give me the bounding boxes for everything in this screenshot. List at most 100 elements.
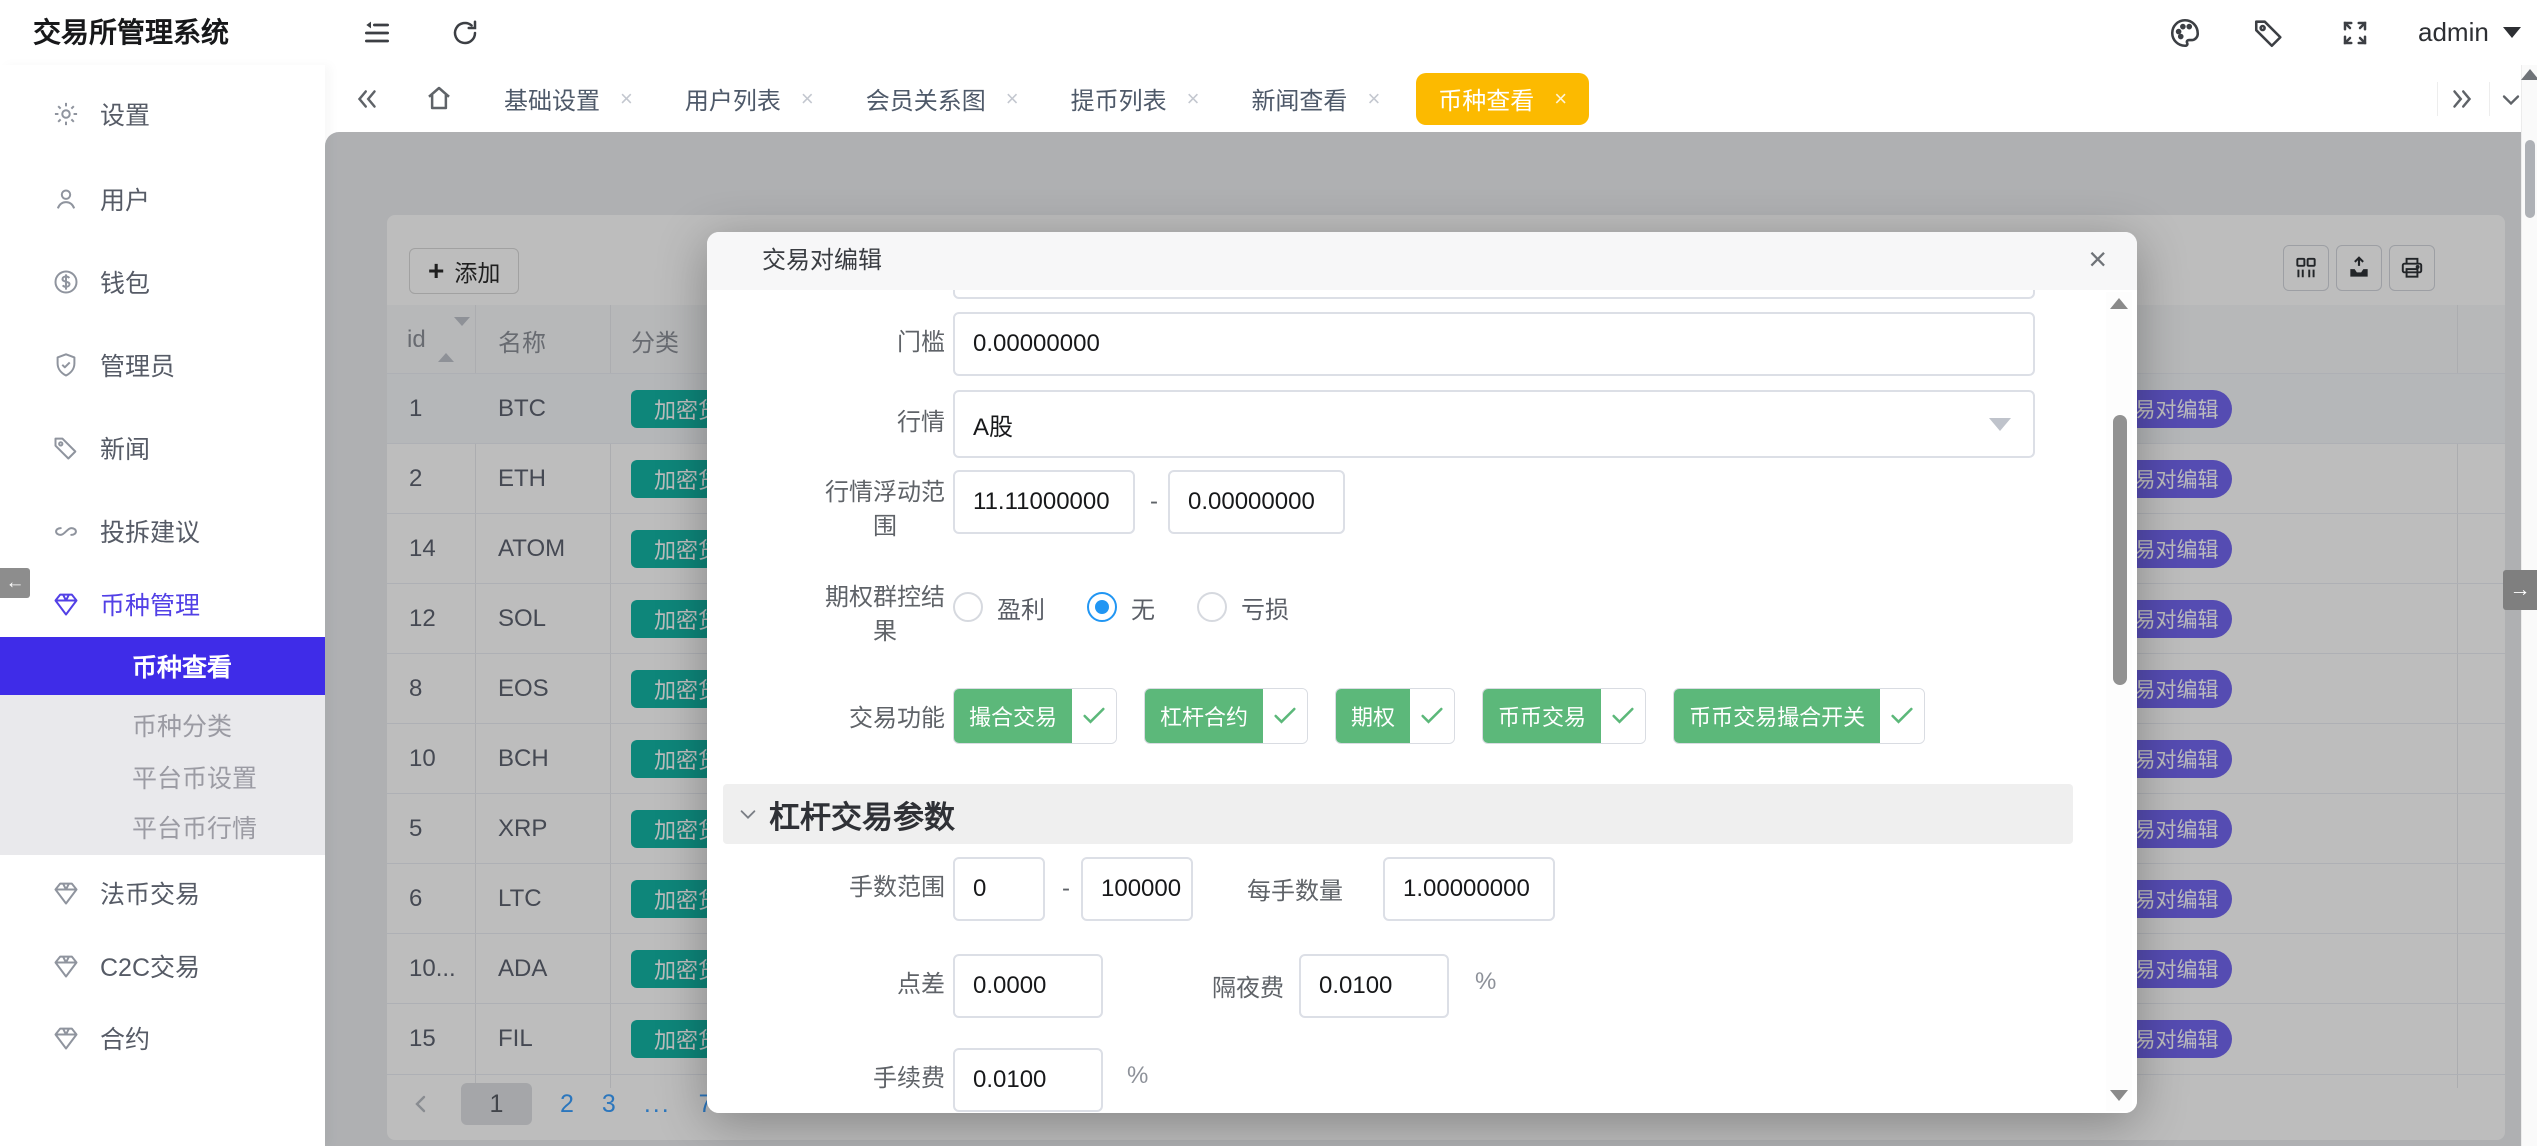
close-icon[interactable]: × bbox=[801, 86, 814, 112]
sidebar-item-wallet[interactable]: 钱包 bbox=[0, 260, 325, 304]
lots-range-label: 手数范围 bbox=[825, 871, 945, 905]
user-menu[interactable]: admin bbox=[2418, 0, 2521, 65]
fee-label: 手续费 bbox=[825, 1062, 945, 1096]
diamond-icon bbox=[52, 879, 80, 907]
user-name: admin bbox=[2418, 17, 2489, 48]
check-icon bbox=[1263, 689, 1307, 743]
top-header: 交易所管理系统 admin bbox=[0, 0, 2537, 65]
sidebar-item-contract[interactable]: 合约 bbox=[0, 1016, 325, 1060]
spread-label: 点差 bbox=[825, 968, 945, 1002]
fullscreen-icon[interactable] bbox=[2340, 18, 2370, 48]
wallet-icon bbox=[52, 268, 80, 296]
palette-icon[interactable] bbox=[2168, 16, 2202, 50]
sidebar-item-users[interactable]: 用户 bbox=[0, 177, 325, 221]
app-title: 交易所管理系统 bbox=[33, 0, 229, 65]
diamond-icon bbox=[52, 952, 80, 980]
check-icon bbox=[1880, 689, 1924, 743]
tag-icon bbox=[52, 434, 80, 462]
radio-profit[interactable] bbox=[953, 592, 983, 622]
close-icon[interactable]: × bbox=[2088, 241, 2107, 278]
home-icon[interactable] bbox=[424, 83, 454, 113]
feature-toggle-leverage[interactable]: 杠杆合约 bbox=[1144, 688, 1308, 744]
diamond-icon bbox=[52, 590, 80, 618]
check-icon bbox=[1601, 689, 1645, 743]
trade-features-buttons: 撮合交易 杠杆合约 期权 币币交易 币币交易撮合开关 bbox=[953, 688, 1925, 744]
panel-expand-handle[interactable]: → bbox=[2503, 570, 2537, 610]
modal-scrollbar-thumb[interactable] bbox=[2113, 415, 2127, 685]
sidebar-subitem-platform-coin-market[interactable]: 平台币行情 bbox=[0, 809, 325, 845]
feature-toggle-spot[interactable]: 币币交易 bbox=[1482, 688, 1646, 744]
tab-list: 基础设置 × 用户列表 × 会员关系图 × 提币列表 × 新闻查看 × 币种查看… bbox=[478, 65, 1599, 132]
refresh-icon[interactable] bbox=[450, 17, 480, 49]
radio-loss[interactable] bbox=[1197, 592, 1227, 622]
diamond-icon bbox=[52, 1024, 80, 1052]
pair-edit-modal: 交易对编辑 × 门槛 0.00000000 行情 A股 行情浮动范围 11.11… bbox=[707, 232, 2137, 1113]
close-icon[interactable]: × bbox=[1554, 86, 1567, 112]
scroll-up-icon[interactable] bbox=[2110, 298, 2128, 309]
screen: 交易所管理系统 admin 基础设置 × bbox=[0, 0, 2537, 1146]
tag-icon[interactable] bbox=[2252, 16, 2286, 50]
threshold-input[interactable]: 0.00000000 bbox=[953, 312, 2035, 376]
link-icon bbox=[52, 517, 80, 545]
per-lot-input[interactable]: 1.00000000 bbox=[1383, 857, 1555, 921]
close-icon[interactable]: × bbox=[1006, 86, 1019, 112]
gear-icon bbox=[52, 100, 80, 128]
leverage-params-section-header[interactable]: 杠杆交易参数 bbox=[723, 784, 2073, 844]
market-label: 行情 bbox=[825, 406, 945, 440]
feature-toggle-spot-matching-switch[interactable]: 币币交易撮合开关 bbox=[1673, 688, 1925, 744]
close-icon[interactable]: × bbox=[620, 86, 633, 112]
float-range-from-input[interactable]: 11.11000000 bbox=[953, 470, 1135, 534]
range-separator: - bbox=[1150, 488, 1158, 516]
modal-title: 交易对编辑 bbox=[762, 232, 882, 290]
trade-features-label: 交易功能 bbox=[825, 702, 945, 736]
feature-toggle-matching[interactable]: 撮合交易 bbox=[953, 688, 1117, 744]
check-icon bbox=[1410, 689, 1454, 743]
sidebar-subitem-coin-view-active[interactable]: 币种查看 bbox=[0, 637, 325, 695]
scroll-up-icon[interactable] bbox=[2521, 69, 2537, 80]
sidebar-item-coin-management[interactable]: 币种管理 bbox=[0, 582, 325, 626]
tabs-scroll-left-icon[interactable] bbox=[352, 84, 382, 114]
close-icon[interactable]: × bbox=[1187, 86, 1200, 112]
spread-input[interactable]: 0.0000 bbox=[953, 954, 1103, 1018]
sidebar-item-fiat-trade[interactable]: 法币交易 bbox=[0, 871, 325, 915]
sidebar-item-c2c-trade[interactable]: C2C交易 bbox=[0, 944, 325, 988]
arrow-right-icon: → bbox=[2510, 578, 2531, 602]
shield-icon bbox=[52, 351, 80, 379]
sidebar-collapse-handle[interactable]: ← bbox=[0, 568, 30, 598]
lots-range-to-input[interactable]: 100000 bbox=[1081, 857, 1193, 921]
tab-withdraw-list[interactable]: 提币列表 × bbox=[1045, 65, 1226, 132]
option-control-label: 期权群控结果 bbox=[825, 581, 945, 649]
sidebar-subitem-platform-coin-settings[interactable]: 平台币设置 bbox=[0, 759, 325, 795]
tab-user-list[interactable]: 用户列表 × bbox=[659, 65, 840, 132]
clipped-input[interactable] bbox=[953, 290, 2035, 299]
divider bbox=[2437, 82, 2438, 116]
market-select[interactable]: A股 bbox=[953, 390, 2035, 458]
scroll-down-icon[interactable] bbox=[2110, 1090, 2128, 1101]
sidebar-item-news[interactable]: 新闻 bbox=[0, 426, 325, 470]
radio-none-selected[interactable] bbox=[1087, 592, 1117, 622]
sidebar-collapse-icon[interactable] bbox=[360, 17, 394, 49]
float-range-label: 行情浮动范围 bbox=[825, 476, 945, 544]
close-icon[interactable]: × bbox=[1367, 86, 1380, 112]
tab-basic-settings[interactable]: 基础设置 × bbox=[478, 65, 659, 132]
tab-member-graph[interactable]: 会员关系图 × bbox=[840, 65, 1045, 132]
sidebar-item-admins[interactable]: 管理员 bbox=[0, 343, 325, 387]
lots-range-from-input[interactable]: 0 bbox=[953, 857, 1045, 921]
check-icon bbox=[1072, 689, 1116, 743]
tab-coin-view-active[interactable]: 币种查看 × bbox=[1416, 73, 1589, 125]
tab-news-view[interactable]: 新闻查看 × bbox=[1225, 65, 1406, 132]
sidebar-item-suggestions[interactable]: 投拆建议 bbox=[0, 509, 325, 553]
chevron-down-icon bbox=[737, 803, 759, 825]
modal-header: 交易对编辑 × bbox=[707, 232, 2137, 291]
arrow-left-icon: ← bbox=[6, 572, 25, 594]
sidebar-subitem-coin-category[interactable]: 币种分类 bbox=[0, 707, 325, 743]
tabs-scroll-right-icon[interactable] bbox=[2447, 84, 2477, 114]
overnight-fee-input[interactable]: 0.0100 bbox=[1299, 954, 1449, 1018]
caret-down-icon bbox=[2503, 27, 2521, 38]
fee-input[interactable]: 0.0100 bbox=[953, 1048, 1103, 1112]
sidebar-item-settings[interactable]: 设置 bbox=[0, 92, 325, 136]
feature-toggle-options[interactable]: 期权 bbox=[1335, 688, 1455, 744]
float-range-to-input[interactable]: 0.00000000 bbox=[1168, 470, 1345, 534]
per-lot-label: 每手数量 bbox=[1247, 871, 1343, 906]
page-scrollbar-thumb[interactable] bbox=[2525, 140, 2535, 218]
